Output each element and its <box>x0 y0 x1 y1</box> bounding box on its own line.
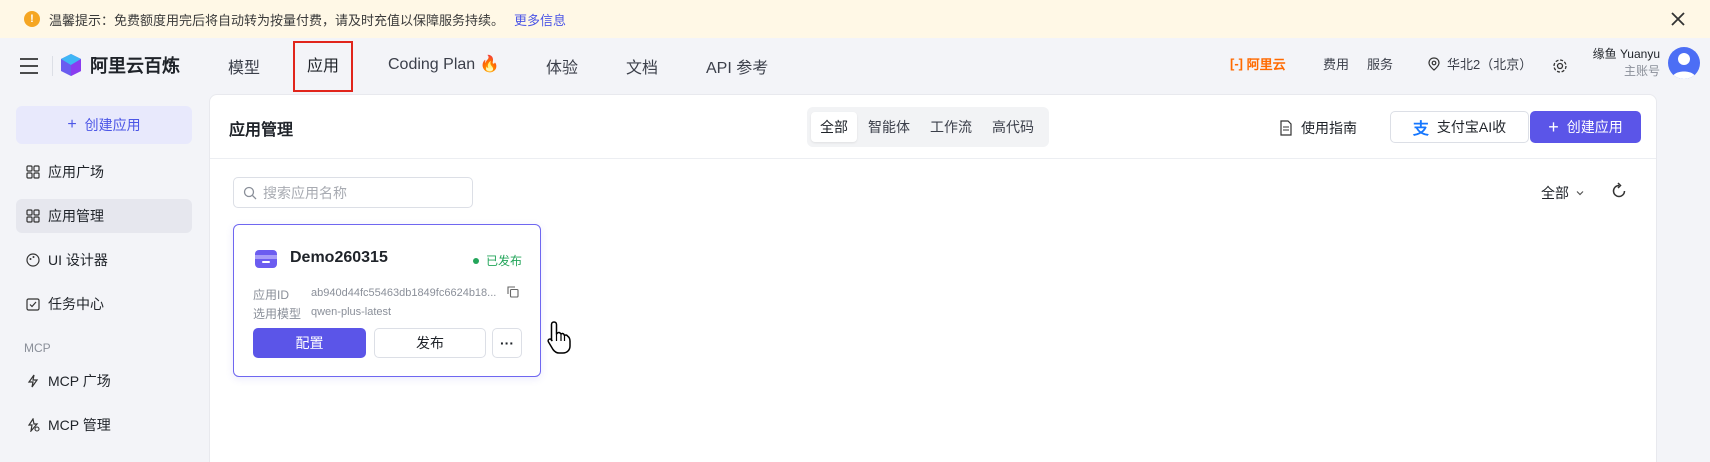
app-id-label: 应用ID <box>253 288 290 302</box>
app-icon <box>255 250 277 268</box>
lightning-icon <box>27 374 39 388</box>
sidebar-item-ui-designer[interactable]: UI 设计器 <box>16 243 192 277</box>
more-options-button[interactable]: ··· <box>492 328 522 358</box>
create-app-button[interactable]: + 创建应用 <box>1530 111 1641 143</box>
sidebar-item-app-management[interactable]: 应用管理 <box>16 199 192 233</box>
warning-icon: ! <box>24 11 40 27</box>
document-icon <box>1280 120 1292 136</box>
app-card[interactable]: Demo260315 已发布 应用ID ab940d44fc55463db184… <box>233 224 541 377</box>
chevron-down-icon <box>1576 191 1584 196</box>
notice-bar: ! 温馨提示：免费额度用完后将自动转为按量付费，请及时充值以保障服务持续。 更多… <box>0 0 1710 38</box>
nav-docs[interactable]: 文档 <box>626 54 658 78</box>
sidebar-section-mcp: MCP <box>24 341 51 355</box>
sidebar-item-mcp-management[interactable]: MCP 管理 <box>16 408 192 442</box>
sidebar-item-app-square[interactable]: 应用广场 <box>16 155 192 189</box>
app-id-value: ab940d44fc55463db1849fc6624b18... <box>311 287 497 299</box>
status-badge: 已发布 <box>472 252 522 269</box>
alipay-label: 支付宝AI收 <box>1436 119 1507 135</box>
sidebar-item-mcp-square[interactable]: MCP 广场 <box>16 364 192 398</box>
status-label: 已发布 <box>485 254 522 268</box>
alipay-ai-button[interactable]: 支 支付宝AI收 <box>1390 111 1529 143</box>
user-info[interactable]: 缘鱼 Yuanyu 主账号 <box>1593 46 1660 80</box>
guide-link[interactable]: 使用指南 <box>1279 118 1357 138</box>
main-header: 应用管理 全部 智能体 工作流 高代码 使用指南 支 支付宝AI收 + 创建应用 <box>210 95 1656 159</box>
create-app-label: 创建应用 <box>1566 119 1623 135</box>
ellipsis-icon: ··· <box>500 335 514 351</box>
tab-all[interactable]: 全部 <box>811 112 857 142</box>
close-icon[interactable] <box>1668 9 1688 29</box>
tab-workflow[interactable]: 工作流 <box>921 112 981 142</box>
guide-label: 使用指南 <box>1301 120 1357 136</box>
region-selector[interactable]: 华北2（北京） <box>1428 54 1532 73</box>
aliyun-logo-icon: [-] <box>1230 56 1247 71</box>
main-panel: 应用管理 全部 智能体 工作流 高代码 使用指南 支 支付宝AI收 + 创建应用… <box>209 94 1657 462</box>
config-button[interactable]: 配置 <box>253 328 366 358</box>
sidebar-create-app-button[interactable]: + 创建应用 <box>16 106 192 144</box>
avatar[interactable] <box>1668 47 1700 79</box>
region-label: 华北2（北京） <box>1447 57 1533 72</box>
notice-more-link[interactable]: 更多信息 <box>514 10 566 29</box>
mcp-manage-icon <box>27 418 40 432</box>
sidebar-item-label: MCP 管理 <box>48 417 111 433</box>
user-name: 缘鱼 Yuanyu <box>1592 47 1660 61</box>
fire-icon: 🔥 <box>479 56 500 73</box>
grid-icon <box>26 209 40 223</box>
tab-high-code[interactable]: 高代码 <box>983 112 1043 142</box>
nav-coding-plan[interactable]: Coding Plan 🔥 <box>388 54 500 74</box>
sidebar-item-label: MCP 广场 <box>48 373 111 389</box>
menu-icon[interactable] <box>19 57 39 75</box>
location-icon <box>1428 56 1440 71</box>
sidebar-create-label: 创建应用 <box>84 117 141 133</box>
nav-coding-plan-label: Coding Plan <box>388 56 476 73</box>
sidebar-item-label: 应用广场 <box>48 164 104 180</box>
brand-name: 阿里云百炼 <box>90 56 180 76</box>
tab-agent[interactable]: 智能体 <box>859 112 919 142</box>
alipay-icon: 支 <box>1412 121 1429 138</box>
sidebar-item-task-center[interactable]: 任务中心 <box>16 287 192 321</box>
divider <box>52 56 53 76</box>
aliyun-label: 阿里云 <box>1246 57 1286 72</box>
sidebar-item-label: UI 设计器 <box>48 252 108 268</box>
search-box <box>233 177 473 208</box>
sidebar-item-label: 应用管理 <box>48 208 104 224</box>
page-title: 应用管理 <box>229 122 294 139</box>
model-label: 选用模型 <box>253 307 302 321</box>
nav-experience[interactable]: 体验 <box>546 54 578 78</box>
nav-api-reference[interactable]: API 参考 <box>706 54 768 78</box>
nav-models[interactable]: 模型 <box>228 54 260 78</box>
app-name: Demo260315 <box>290 249 388 266</box>
service-link[interactable]: 服务 <box>1367 54 1393 73</box>
notice-text: 温馨提示：免费额度用完后将自动转为按量付费，请及时充值以保障服务持续。 <box>49 12 505 28</box>
aliyun-link[interactable]: [-] 阿里云 <box>1230 54 1286 73</box>
palette-icon <box>26 253 40 267</box>
refresh-icon[interactable] <box>1610 182 1628 200</box>
brand-logo[interactable]: 阿里云百炼 <box>60 52 180 78</box>
nav-apps[interactable]: 应用 <box>293 41 354 92</box>
sidebar-item-label: 任务中心 <box>48 296 104 312</box>
plus-icon: + <box>1548 116 1559 137</box>
bailian-logo-icon <box>61 54 81 76</box>
top-navigation: 阿里云百炼 模型 应用 Coding Plan 🔥 体验 文档 API 参考 [… <box>0 38 1710 94</box>
type-filter-tabs: 全部 智能体 工作流 高代码 <box>807 107 1049 147</box>
search-icon <box>243 186 257 199</box>
scope-filter-label: 全部 <box>1541 185 1569 201</box>
task-icon <box>26 298 40 311</box>
status-dot <box>472 257 479 264</box>
user-avatar-icon <box>1672 53 1696 79</box>
copy-icon[interactable] <box>507 286 519 298</box>
billing-link[interactable]: 费用 <box>1323 54 1349 73</box>
scope-filter-dropdown[interactable]: 全部 <box>1541 183 1585 203</box>
sidebar: + 创建应用 应用广场 应用管理 UI 设计器 任务中心 MCP MCP 广场 … <box>0 94 192 462</box>
plus-icon: + <box>67 116 77 133</box>
model-value: qwen-plus-latest <box>311 306 392 318</box>
user-role: 主账号 <box>1623 64 1660 78</box>
grid-icon <box>26 165 40 179</box>
gear-icon[interactable] <box>1552 58 1568 74</box>
hand-cursor-icon <box>547 321 571 354</box>
publish-button[interactable]: 发布 <box>374 328 486 358</box>
search-input[interactable] <box>263 184 463 201</box>
